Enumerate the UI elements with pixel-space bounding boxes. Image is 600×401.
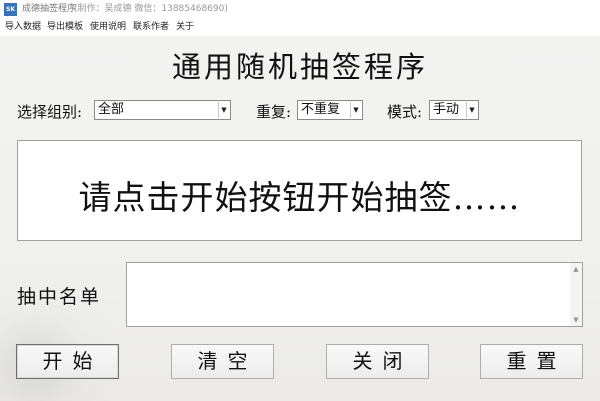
group-label: 选择组别: (17, 103, 83, 121)
page-title: 通用随机抽签程序 (171, 50, 428, 84)
reset-button[interactable]: 重置 (480, 344, 583, 379)
main-panel: 通用随机抽签程序 选择组别: 全部 ▼ 重复: 不重复 ▼ 模式: 手动 ▼ 请… (0, 36, 600, 401)
title-bar: SK 成德抽签程序 (制作：吴成德 微信：13885468690) (0, 0, 600, 20)
app-icon: SK (4, 3, 17, 16)
menu-item-contact-author[interactable]: 联系作者 (133, 19, 169, 36)
drawn-names-textarea[interactable]: ▲ ▼ (126, 262, 583, 327)
menu-item-about[interactable]: 关于 (176, 19, 194, 36)
menu-item-export-template[interactable]: 导出模板 (47, 19, 83, 36)
mode-select-value: 手动 (433, 102, 460, 117)
menu-item-instructions[interactable]: 使用说明 (90, 19, 126, 36)
chevron-down-icon[interactable]: ▼ (466, 102, 477, 118)
clear-button[interactable]: 清空 (171, 344, 274, 379)
chevron-down-icon[interactable]: ▼ (350, 102, 361, 118)
group-select[interactable]: 全部 ▼ (94, 100, 231, 120)
group-select-value: 全部 (98, 102, 125, 117)
close-button[interactable]: 关闭 (326, 344, 429, 379)
scroll-up-icon[interactable]: ▲ (570, 263, 582, 275)
vertical-scrollbar[interactable]: ▲ ▼ (570, 263, 582, 326)
mode-select[interactable]: 手动 ▼ (429, 100, 479, 120)
start-button[interactable]: 开始 (16, 344, 119, 379)
menu-bar: 导入数据 导出模板 使用说明 联系作者 关于 (0, 19, 600, 36)
window-title: 成德抽签程序 (22, 4, 77, 14)
drawn-names-label: 抽中名单 (17, 286, 102, 308)
chevron-down-icon[interactable]: ▼ (218, 102, 229, 118)
repeat-select[interactable]: 不重复 ▼ (297, 100, 363, 120)
draw-display: 请点击开始按钮开始抽签…… (17, 140, 582, 241)
repeat-select-value: 不重复 (301, 102, 341, 117)
scroll-down-icon[interactable]: ▼ (570, 314, 582, 326)
repeat-label: 重复: (256, 103, 292, 121)
window-subtitle: (制作：吴成德 微信：13885468690) (74, 4, 228, 14)
draw-display-text: 请点击开始按钮开始抽签…… (78, 178, 521, 217)
menu-item-import-data[interactable]: 导入数据 (5, 19, 41, 36)
mode-label: 模式: (387, 103, 423, 121)
